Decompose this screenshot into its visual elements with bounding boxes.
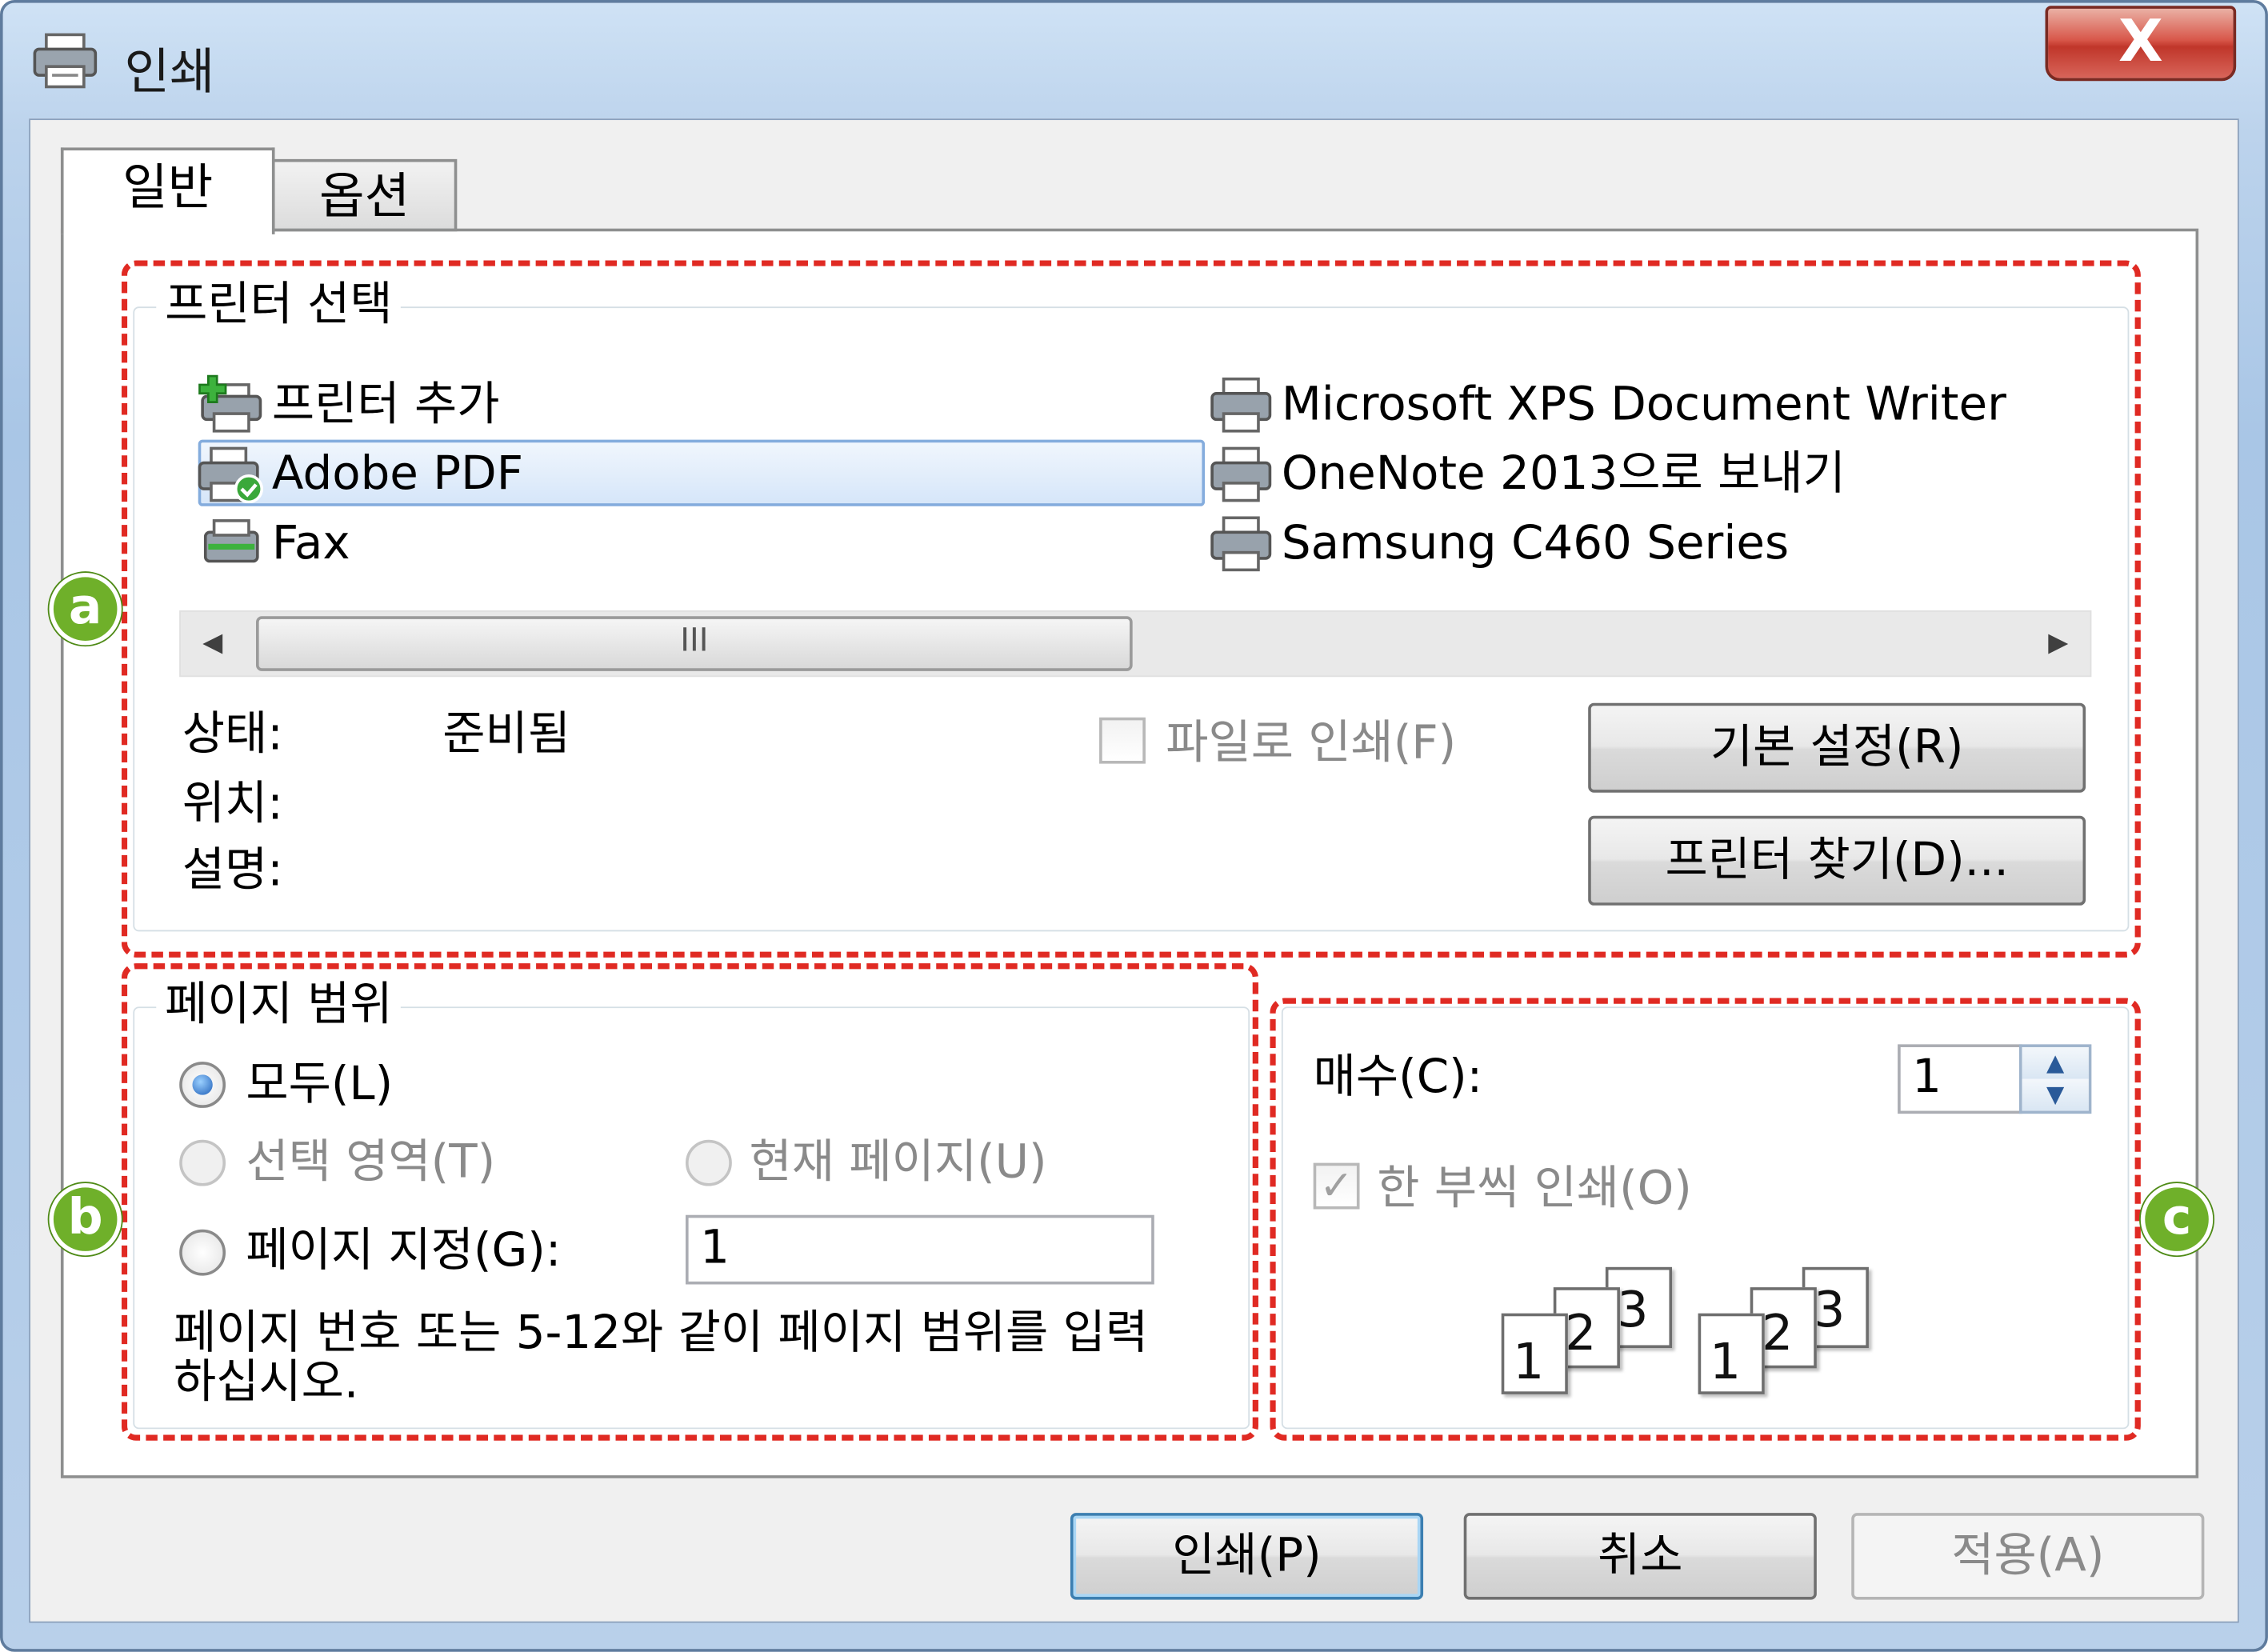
annotation-marker-a: a <box>49 572 122 646</box>
cancel-button[interactable]: 취소 <box>1463 1513 1817 1600</box>
annotation-outline-c <box>1270 998 2141 1441</box>
window-title: 인쇄 <box>124 43 215 102</box>
tab-general[interactable]: 일반 <box>60 147 275 234</box>
tab-options[interactable]: 옵션 <box>271 158 458 232</box>
annotation-outline-b <box>121 963 1258 1441</box>
printer-icon <box>33 33 98 89</box>
annotation-marker-c: c <box>2140 1182 2214 1256</box>
close-icon: X <box>2118 8 2163 76</box>
annotation-marker-b: b <box>49 1182 122 1256</box>
annotation-outline-a <box>121 260 2141 958</box>
apply-button[interactable]: 적용(A) <box>1851 1513 2205 1600</box>
print-button[interactable]: 인쇄(P) <box>1070 1513 1424 1600</box>
close-button[interactable]: X <box>2045 6 2237 82</box>
